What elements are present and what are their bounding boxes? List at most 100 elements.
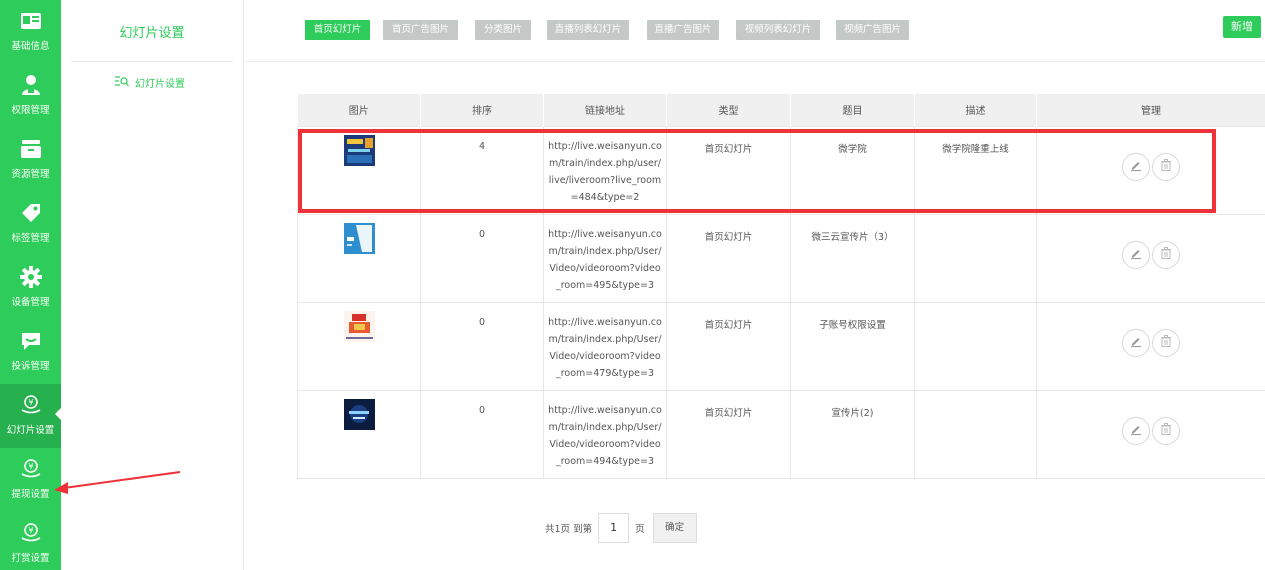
slide-thumbnail[interactable] — [343, 134, 375, 166]
image-cell — [297, 301, 421, 391]
order-cell: 0 — [420, 389, 544, 479]
title-cell: 子账号权限设置 — [790, 301, 915, 391]
pagination: 共1页 到第 1 页 确定 — [545, 513, 697, 543]
edit-button[interactable] — [1122, 240, 1150, 269]
slide-thumbnail[interactable] — [343, 222, 375, 254]
rail-item-label: 投诉管理 — [11, 361, 50, 372]
column-header: 链接地址 — [543, 94, 667, 126]
order-cell: 0 — [420, 301, 544, 391]
rail-item-permissions[interactable]: 权限管理 — [0, 64, 61, 128]
table-row: 0 http://live.weisanyun.com/train/index.… — [297, 301, 1265, 391]
tab-live-ad-images[interactable]: 直播广告图片 — [647, 20, 719, 40]
trash-icon — [1160, 159, 1172, 174]
trash-icon — [1160, 247, 1172, 262]
edit-button[interactable] — [1122, 416, 1150, 445]
rail-item-label: 打赏设置 — [11, 553, 50, 564]
link-cell: http://live.weisanyun.com/train/index.ph… — [543, 125, 667, 215]
pencil-icon — [1130, 247, 1142, 262]
slide-thumbnail[interactable] — [343, 310, 375, 342]
delete-button[interactable] — [1152, 240, 1180, 269]
table-row: 4 http://live.weisanyun.com/train/index.… — [297, 125, 1265, 215]
annotation-arrow — [54, 471, 181, 494]
title-cell: 宣传片(2) — [790, 389, 915, 479]
actions-cell — [1036, 389, 1265, 479]
divider — [245, 61, 1265, 62]
tab-home-ad-images[interactable]: 首页广告图片 — [383, 20, 458, 40]
tab-home-slides[interactable]: 首页幻灯片 — [305, 20, 370, 40]
desc-cell — [914, 301, 1037, 391]
user-lock-icon — [0, 72, 61, 98]
rail-item-label: 设备管理 — [11, 297, 50, 308]
divider — [71, 61, 233, 62]
pencil-icon — [1130, 159, 1142, 174]
type-cell: 首页幻灯片 — [666, 213, 791, 303]
column-header: 图片 — [297, 94, 421, 126]
page-input[interactable]: 1 — [598, 513, 630, 543]
column-header: 排序 — [420, 94, 544, 126]
delete-button[interactable] — [1152, 328, 1180, 357]
trash-icon — [1160, 335, 1172, 350]
add-button[interactable]: 新增 — [1223, 16, 1261, 38]
desc-cell: 微学院隆重上线 — [914, 125, 1037, 215]
column-header: 类型 — [666, 94, 791, 126]
title-cell: 微三云宣传片（3） — [790, 213, 915, 303]
list-search-icon — [115, 75, 129, 90]
pager-suffix: 页 — [635, 524, 645, 535]
actions-cell — [1036, 213, 1265, 303]
link-cell: http://live.weisanyun.com/train/index.ph… — [543, 389, 667, 479]
pencil-icon — [1130, 335, 1142, 350]
rail-item-slides[interactable]: ¥ 幻灯片设置 — [0, 384, 61, 448]
yen-hand-icon: ¥ — [0, 520, 61, 546]
table-row: 0 http://live.weisanyun.com/train/index.… — [297, 213, 1265, 303]
edit-button[interactable] — [1122, 152, 1150, 181]
rail-item-resources[interactable]: 资源管理 — [0, 128, 61, 192]
title-cell: 微学院 — [790, 125, 915, 215]
inbox-icon — [0, 136, 61, 162]
rail-item-devices[interactable]: 设备管理 — [0, 256, 61, 320]
rail-item-tags[interactable]: 标签管理 — [0, 192, 61, 256]
table-header-row: 图片 排序 链接地址 类型 题目 描述 管理 — [297, 94, 1265, 126]
svg-text:¥: ¥ — [28, 462, 33, 471]
delete-button[interactable] — [1152, 416, 1180, 445]
svg-text:¥: ¥ — [28, 398, 33, 407]
image-cell — [297, 389, 421, 479]
pencil-icon — [1130, 423, 1142, 438]
tab-video-ad-images[interactable]: 视频广告图片 — [836, 20, 909, 40]
link-cell: http://live.weisanyun.com/train/index.ph… — [543, 301, 667, 391]
trash-icon — [1160, 423, 1172, 438]
delete-button[interactable] — [1152, 152, 1180, 181]
tab-live-list-slides[interactable]: 直播列表幻灯片 — [547, 20, 629, 40]
link-cell: http://live.weisanyun.com/train/index.ph… — [543, 213, 667, 303]
rail-item-label: 权限管理 — [11, 105, 50, 116]
chat-bubble-icon — [0, 328, 61, 354]
type-cell: 首页幻灯片 — [666, 389, 791, 479]
tab-video-list-slides[interactable]: 视频列表幻灯片 — [736, 20, 820, 40]
slide-thumbnail[interactable] — [343, 398, 375, 430]
order-cell: 0 — [420, 213, 544, 303]
pager-prefix: 共1页 到第 — [545, 524, 593, 535]
edit-button[interactable] — [1122, 328, 1150, 357]
rail-item-basic-info[interactable]: 基础信息 — [0, 0, 61, 64]
subnav-item-slides[interactable]: 幻灯片设置 — [115, 75, 185, 90]
tag-icon — [0, 200, 61, 226]
type-cell: 首页幻灯片 — [666, 301, 791, 391]
yen-hand-icon: ¥ — [0, 392, 61, 418]
tab-category-images[interactable]: 分类图片 — [475, 20, 531, 40]
slides-table: 图片 排序 链接地址 类型 题目 描述 管理 4 http://live.wei… — [297, 94, 1265, 479]
column-header: 管理 — [1036, 94, 1265, 126]
order-cell: 4 — [420, 125, 544, 215]
rail-item-label: 标签管理 — [11, 233, 50, 244]
rail-item-label: 资源管理 — [11, 169, 50, 180]
rail-item-reward[interactable]: ¥ 打赏设置 — [0, 512, 61, 570]
subnav-item-label: 幻灯片设置 — [135, 79, 185, 90]
id-card-icon — [0, 8, 61, 34]
column-header: 描述 — [914, 94, 1037, 126]
rail-item-complaints[interactable]: 投诉管理 — [0, 320, 61, 384]
go-button[interactable]: 确定 — [652, 513, 697, 543]
gear-icon — [0, 264, 61, 290]
image-cell — [297, 125, 421, 215]
desc-cell — [914, 213, 1037, 303]
column-header: 题目 — [790, 94, 915, 126]
svg-text:¥: ¥ — [28, 526, 33, 535]
image-cell — [297, 213, 421, 303]
